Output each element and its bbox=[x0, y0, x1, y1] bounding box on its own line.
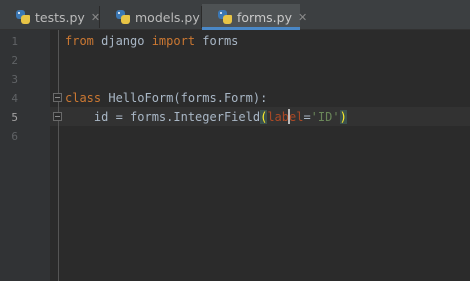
code-token: HelloForm(forms.Form): bbox=[101, 91, 268, 105]
tab-forms-py[interactable]: forms.py ✕ bbox=[202, 4, 307, 30]
ide-window: tests.py ✕ models.py ✕ forms.py ✕ 1 2 3 … bbox=[0, 0, 470, 281]
python-file-icon bbox=[218, 10, 232, 24]
code-token: label bbox=[267, 110, 304, 124]
tab-label: forms.py bbox=[237, 9, 292, 25]
python-file-icon bbox=[16, 10, 30, 24]
text-caret bbox=[288, 109, 290, 124]
code-token: import bbox=[151, 34, 196, 48]
line-number: 3 bbox=[11, 73, 18, 86]
code-token: class bbox=[65, 91, 102, 105]
line-number: 1 bbox=[11, 35, 18, 48]
code-token: forms bbox=[195, 34, 239, 48]
fold-marker-icon[interactable] bbox=[53, 93, 62, 102]
tab-label: models.py bbox=[135, 9, 200, 25]
python-file-icon bbox=[116, 10, 130, 24]
code-token: 'ID' bbox=[310, 110, 340, 124]
code-line: from django import forms bbox=[65, 32, 238, 51]
close-icon[interactable]: ✕ bbox=[298, 12, 307, 23]
line-number-gutter[interactable]: 1 2 3 4 5 6 bbox=[0, 30, 50, 281]
gutter-divider bbox=[58, 30, 59, 281]
code-line: class HelloForm(forms.Form): bbox=[65, 89, 267, 108]
code-token: from bbox=[65, 34, 94, 48]
editor-tab-bar: tests.py ✕ models.py ✕ forms.py ✕ bbox=[0, 0, 470, 30]
code-token: django bbox=[93, 34, 152, 48]
fold-marker-icon[interactable] bbox=[53, 112, 62, 121]
code-editor[interactable] bbox=[50, 30, 470, 281]
tab-label: tests.py bbox=[35, 9, 85, 25]
code-token: id = forms.IntegerField bbox=[65, 110, 261, 124]
line-number: 4 bbox=[11, 92, 18, 105]
code-token: ) bbox=[339, 110, 347, 124]
tab-models-py[interactable]: models.py ✕ bbox=[100, 4, 215, 30]
line-number: 2 bbox=[11, 54, 18, 67]
line-number: 6 bbox=[11, 130, 18, 143]
tab-tests-py[interactable]: tests.py ✕ bbox=[0, 4, 100, 30]
line-number-current: 5 bbox=[11, 111, 18, 124]
code-token: = bbox=[303, 110, 311, 124]
code-line: id = forms.IntegerField(label='ID') bbox=[65, 108, 347, 127]
